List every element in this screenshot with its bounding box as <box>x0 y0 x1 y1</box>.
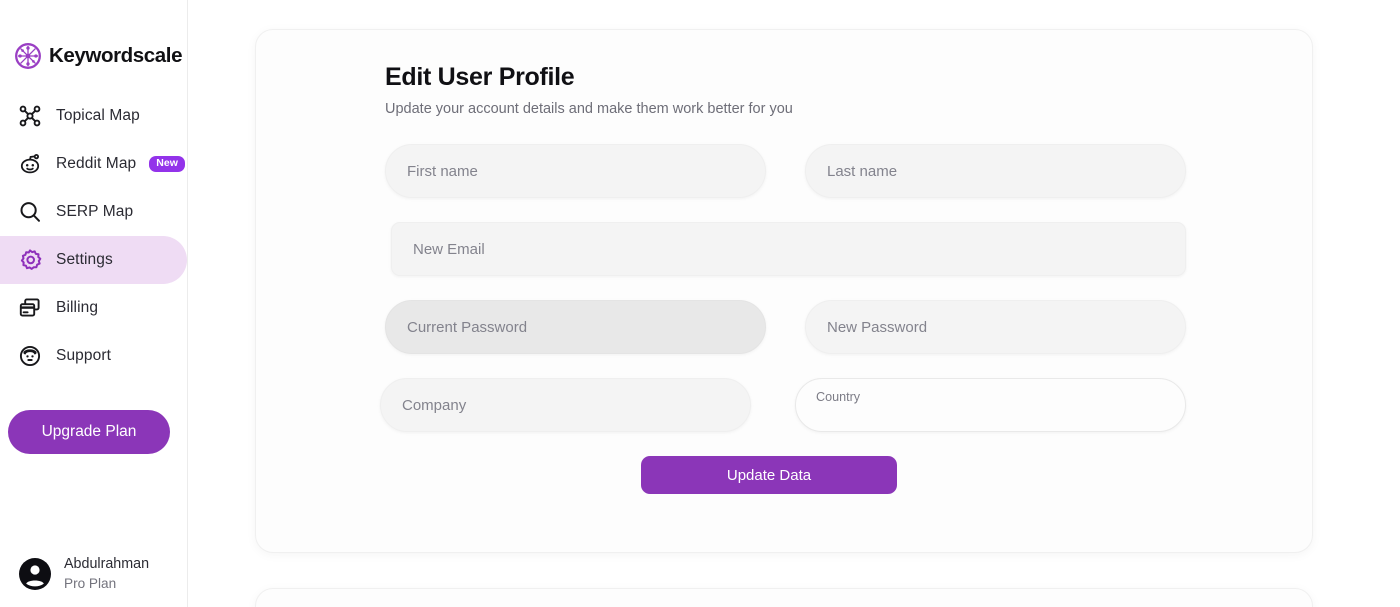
country-input[interactable] <box>796 379 1185 431</box>
sidebar-nav: Topical Map Reddit Map New SERP Map Sett… <box>0 92 187 380</box>
next-section-card <box>255 588 1313 607</box>
headset-person-icon <box>16 343 43 370</box>
new-password-input[interactable] <box>806 301 1185 353</box>
search-icon <box>16 199 43 226</box>
upgrade-plan-button[interactable]: Upgrade Plan <box>8 410 170 454</box>
user-plan: Pro Plan <box>64 575 117 591</box>
sidebar-item-label: Billing <box>56 299 99 316</box>
sidebar-user-profile[interactable]: Abdulrahman Pro Plan <box>18 555 149 593</box>
company-input[interactable] <box>381 379 750 431</box>
first-name-input[interactable] <box>386 145 765 197</box>
status-badge-new: New <box>149 156 185 172</box>
user-text-block: Abdulrahman Pro Plan <box>64 555 149 593</box>
current-password-input[interactable] <box>386 301 765 353</box>
credit-cards-icon <box>16 295 43 322</box>
first-name-field[interactable] <box>385 144 766 198</box>
sidebar-item-topical-map[interactable]: Topical Map <box>0 92 187 140</box>
page-title: Edit User Profile <box>385 63 575 91</box>
reddit-alien-icon <box>16 151 43 178</box>
main-content: Edit User Profile Update your account de… <box>188 0 1400 607</box>
brand-logo[interactable]: Keywordscale <box>0 0 187 70</box>
app-root: Keywordscale Topical Map Reddit Map New … <box>0 0 1400 607</box>
sidebar-item-billing[interactable]: Billing <box>0 284 187 332</box>
edit-user-profile-card: Edit User Profile Update your account de… <box>255 29 1313 553</box>
page-subtitle: Update your account details and make the… <box>385 101 793 117</box>
sidebar-item-label: Topical Map <box>56 107 140 124</box>
network-globe-icon <box>14 42 42 70</box>
last-name-input[interactable] <box>806 145 1185 197</box>
gear-icon <box>16 247 43 274</box>
new-email-field[interactable] <box>391 222 1186 276</box>
sidebar-item-serp-map[interactable]: SERP Map <box>0 188 187 236</box>
brand-name: Keywordscale <box>49 44 183 67</box>
sidebar-item-label: SERP Map <box>56 203 134 220</box>
sidebar-item-reddit-map[interactable]: Reddit Map New <box>0 140 187 188</box>
sidebar-item-label: Support <box>56 347 111 364</box>
user-circle-icon <box>18 557 52 591</box>
upgrade-plan-wrap: Upgrade Plan <box>0 380 187 454</box>
nodes-hub-icon <box>16 103 43 130</box>
user-name: Abdulrahman <box>64 556 150 573</box>
company-field[interactable] <box>380 378 751 432</box>
current-password-field[interactable] <box>385 300 766 354</box>
sidebar-item-label: Reddit Map <box>56 155 137 172</box>
sidebar-item-settings[interactable]: Settings <box>0 236 187 284</box>
sidebar: Keywordscale Topical Map Reddit Map New … <box>0 0 188 607</box>
sidebar-item-label: Settings <box>56 251 113 268</box>
last-name-field[interactable] <box>805 144 1186 198</box>
new-password-field[interactable] <box>805 300 1186 354</box>
sidebar-item-support[interactable]: Support <box>0 332 187 380</box>
new-email-input[interactable] <box>392 223 1185 275</box>
update-data-button[interactable]: Update Data <box>641 456 897 494</box>
country-field[interactable]: Country <box>795 378 1186 432</box>
